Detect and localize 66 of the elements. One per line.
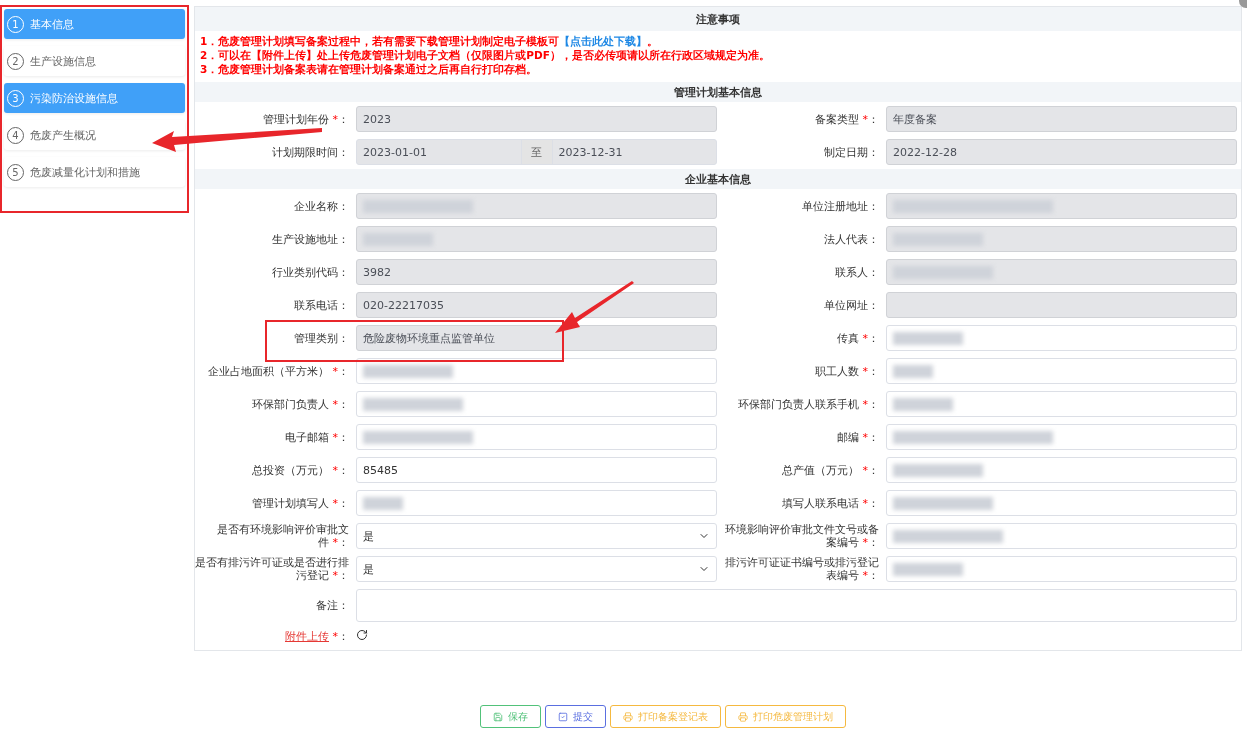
start-date: 2023-01-01 bbox=[362, 144, 428, 161]
floppy-icon bbox=[492, 711, 503, 722]
notice-text: 1．危废管理计划填写备案过程中，若有需要下载管理计划制定电子模板可【点击此处下载】。 bbox=[200, 35, 660, 48]
field-label: 计划期限时间： bbox=[272, 145, 349, 159]
section-header: 管理计划基本信息 bbox=[195, 82, 1241, 102]
input-field[interactable] bbox=[356, 424, 717, 450]
field-label: 法人代表： bbox=[824, 232, 879, 246]
refresh-icon[interactable] bbox=[356, 629, 368, 641]
select-field[interactable]: 是 bbox=[356, 523, 717, 549]
input-field[interactable] bbox=[886, 457, 1237, 483]
input-field[interactable] bbox=[886, 325, 1237, 351]
input-field[interactable] bbox=[886, 490, 1237, 516]
select-field[interactable]: 是 bbox=[356, 556, 717, 582]
field-label: 是否有环境影响评价审批文件 *： bbox=[216, 523, 349, 549]
field-label: 企业占地面积（平方米） *： bbox=[208, 364, 349, 378]
notice-text: 2．可以在【附件上传】处上传危废管理计划电子文档（仅限图片或PDF），是否必传项请以所在行政区域规定为准。 bbox=[200, 49, 771, 62]
input-field[interactable] bbox=[356, 358, 717, 384]
field-label: 排污许可证证书编号或排污登记表编号 *： bbox=[724, 556, 879, 582]
section-header: 注意事项 bbox=[195, 7, 1241, 31]
input-field[interactable] bbox=[886, 424, 1237, 450]
field-label: 联系人： bbox=[835, 265, 879, 279]
step-item[interactable]: 5 危废减量化计划和措施 bbox=[4, 157, 185, 187]
field-label: 传真 *： bbox=[837, 331, 879, 345]
input-field[interactable] bbox=[886, 391, 1237, 417]
field-label: 电子邮箱 *： bbox=[285, 430, 349, 444]
field-label: 企业名称： bbox=[294, 199, 349, 213]
input-field[interactable] bbox=[886, 523, 1237, 549]
field-label: 管理计划年份 *： bbox=[263, 112, 349, 126]
remarks-field[interactable] bbox=[356, 589, 1237, 622]
field-label: 是否有排污许可证或是否进行排污登记 *： bbox=[195, 556, 349, 582]
range-separator: 至 bbox=[520, 140, 553, 164]
input-field[interactable] bbox=[886, 358, 1237, 384]
field-label: 总投资（万元） *： bbox=[252, 463, 349, 477]
checkbox-icon bbox=[557, 711, 568, 722]
field-label: 生产设施地址： bbox=[272, 232, 349, 246]
section-header: 企业基本信息 bbox=[195, 169, 1241, 189]
field-label: 环保部门负责人 *： bbox=[252, 397, 349, 411]
upload-link[interactable]: 附件上传 bbox=[285, 630, 329, 643]
field-label: 单位网址： bbox=[824, 298, 879, 312]
field-label: 行业类别代码： bbox=[272, 265, 349, 279]
field-label: 管理计划填写人 *： bbox=[252, 496, 349, 510]
field-label: 环境影响评价审批文件文号或备案编号 *： bbox=[724, 523, 879, 549]
printer-icon bbox=[737, 711, 748, 722]
field-label: 附件上传 *： bbox=[285, 630, 349, 643]
field-label: 总产值（万元） *： bbox=[782, 463, 879, 477]
step-item[interactable]: 4 危废产生概况 bbox=[4, 120, 185, 150]
printer-icon bbox=[622, 711, 633, 722]
step-item[interactable]: 2 生产设施信息 bbox=[4, 46, 185, 76]
end-date: 2023-12-31 bbox=[557, 144, 624, 161]
input-field[interactable]: 85485 bbox=[356, 457, 717, 483]
field-label: 填写人联系电话 *： bbox=[782, 496, 879, 510]
field-label: 邮编 *： bbox=[837, 430, 879, 444]
input-field[interactable] bbox=[356, 490, 717, 516]
field-label: 制定日期： bbox=[824, 145, 879, 159]
submit-button[interactable]: 提交 bbox=[544, 705, 606, 728]
download-link[interactable]: 【点击此处下载】 bbox=[559, 35, 648, 47]
field-label: 备注： bbox=[316, 599, 349, 612]
field-label: 单位注册地址： bbox=[802, 199, 879, 213]
field-label: 职工人数 *： bbox=[815, 364, 879, 378]
input-field[interactable] bbox=[886, 556, 1237, 582]
field-label: 备案类型 *： bbox=[815, 112, 879, 126]
input-field[interactable] bbox=[356, 391, 717, 417]
notice-text: 3．危废管理计划备案表请在管理计划备案通过之后再自行打印存档。 bbox=[200, 63, 539, 76]
field-label: 管理类别： bbox=[294, 331, 349, 345]
field-label: 联系电话： bbox=[294, 298, 349, 312]
field-label: 环保部门负责人联系手机 *： bbox=[738, 397, 879, 411]
